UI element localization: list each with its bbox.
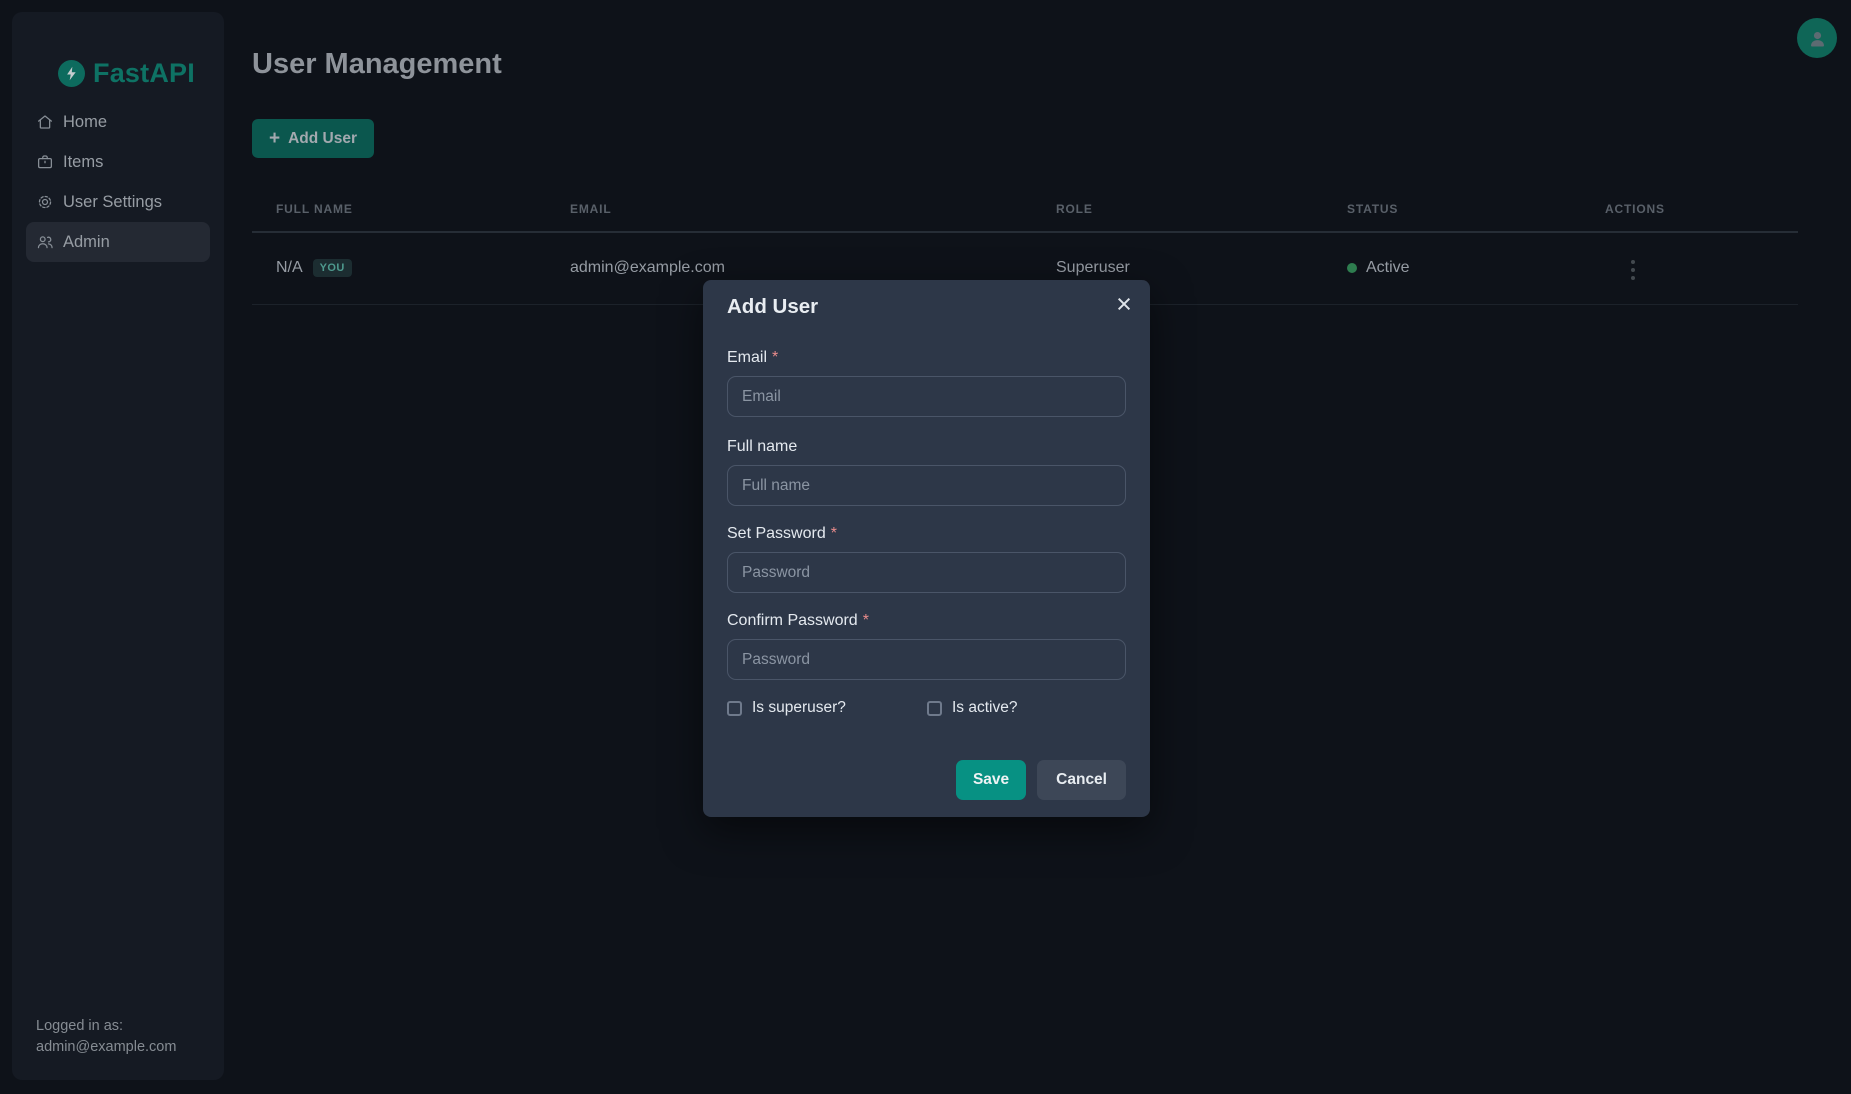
modal-actions: Save Cancel: [727, 760, 1126, 800]
required-asterisk: *: [831, 525, 837, 542]
close-icon[interactable]: ×: [1106, 286, 1142, 322]
checkbox-row: Is superuser? Is active?: [727, 699, 1126, 717]
confirm-password-field-group: Confirm Password *: [727, 612, 1126, 680]
set-password-field[interactable]: [727, 552, 1126, 593]
confirm-password-label: Confirm Password: [727, 612, 858, 629]
full-name-field[interactable]: [727, 465, 1126, 506]
modal-title: Add User: [727, 296, 1126, 318]
confirm-password-field[interactable]: [727, 639, 1126, 680]
is-superuser-checkbox[interactable]: [727, 701, 742, 716]
save-button[interactable]: Save: [956, 760, 1026, 800]
cancel-button[interactable]: Cancel: [1037, 760, 1126, 800]
app-root: FastAPI Home Items User Settings: [0, 0, 1851, 1094]
required-asterisk: *: [863, 612, 869, 629]
full-name-label: Full name: [727, 438, 797, 455]
set-password-field-group: Set Password *: [727, 525, 1126, 593]
is-active-label: Is active?: [952, 699, 1017, 717]
email-label: Email: [727, 349, 767, 366]
is-active-option[interactable]: Is active?: [927, 699, 1017, 717]
email-field-group: Email *: [727, 349, 1126, 417]
is-active-checkbox[interactable]: [927, 701, 942, 716]
full-name-field-group: Full name: [727, 438, 1126, 506]
add-user-modal: Add User × Email * Full name Set Password…: [703, 280, 1150, 817]
set-password-label: Set Password: [727, 525, 826, 542]
is-superuser-label: Is superuser?: [752, 699, 846, 717]
email-field[interactable]: [727, 376, 1126, 417]
is-superuser-option[interactable]: Is superuser?: [727, 699, 927, 717]
required-asterisk: *: [772, 349, 778, 366]
